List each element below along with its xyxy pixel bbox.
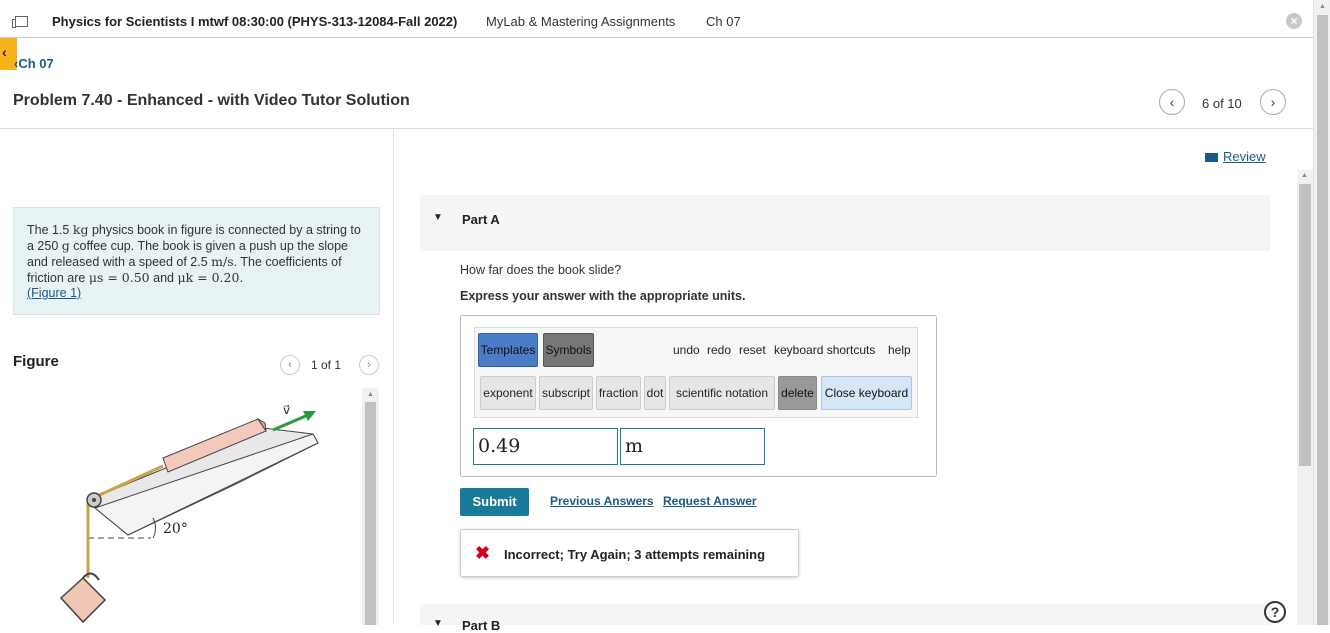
coffee-cup xyxy=(59,576,107,624)
content-scrollbar[interactable]: ▲ xyxy=(1297,170,1313,625)
caret-down-icon[interactable]: ▼ xyxy=(433,212,443,223)
problem-statement: The 1.5 kg physics book in figure is con… xyxy=(13,207,380,315)
physics-figure: 20° v⃗ xyxy=(59,403,319,624)
back-link-label: Ch 07 xyxy=(18,56,54,71)
velocity-arrow xyxy=(272,413,309,432)
undo-button[interactable]: undo xyxy=(673,343,700,357)
unit-kg: kg xyxy=(72,222,89,237)
reset-button[interactable]: reset xyxy=(739,343,766,357)
keyboard-shortcuts-button[interactable]: keyboard shortcuts xyxy=(774,343,875,357)
answer-value-field[interactable]: 0.49 xyxy=(473,428,618,465)
book-icon xyxy=(1205,153,1218,162)
statement-text: and xyxy=(153,271,174,285)
chevron-left-icon: ‹ xyxy=(2,44,7,60)
mu-k: μk = 0.20. xyxy=(177,270,244,285)
review-link[interactable]: Review xyxy=(1205,149,1266,164)
next-problem-button[interactable]: › xyxy=(1260,89,1286,115)
previous-problem-button[interactable]: ‹ xyxy=(1159,89,1185,115)
part-b-label[interactable]: Part B xyxy=(462,618,500,633)
feedback-box: ✖ Incorrect; Try Again; 3 attempts remai… xyxy=(460,529,799,577)
submit-button[interactable]: Submit xyxy=(460,488,529,516)
answer-unit-field[interactable]: m xyxy=(620,428,765,465)
close-icon[interactable]: × xyxy=(1286,13,1302,29)
angle-label: 20° xyxy=(163,521,188,537)
unit-ms: m/s xyxy=(211,254,234,269)
figure-prev-button[interactable]: ‹ xyxy=(280,355,300,375)
feedback-message: Incorrect; Try Again; 3 attempts remaini… xyxy=(504,547,766,562)
exponent-button[interactable]: exponent xyxy=(480,376,536,410)
figure-heading: Figure xyxy=(13,353,59,370)
panel-divider xyxy=(393,129,394,625)
symbols-button[interactable]: Symbols xyxy=(543,333,594,367)
redo-button[interactable]: redo xyxy=(707,343,731,357)
error-x-icon: ✖ xyxy=(475,543,491,563)
course-title[interactable]: Physics for Scientists I mtwf 08:30:00 (… xyxy=(52,14,457,29)
templates-button[interactable]: Templates xyxy=(478,333,538,367)
instruction-text: Express your answer with the appropriate… xyxy=(460,289,746,303)
scientific-notation-button[interactable]: scientific notation xyxy=(669,376,775,410)
part-b-header[interactable] xyxy=(420,604,1270,625)
statement-text: The 1.5 xyxy=(27,223,70,237)
figure-link[interactable]: (Figure 1) xyxy=(27,286,81,300)
caret-down-icon[interactable]: ▼ xyxy=(433,618,443,629)
fraction-button[interactable]: fraction xyxy=(596,376,641,410)
previous-answers-link[interactable]: Previous Answers xyxy=(550,494,654,508)
delete-button[interactable]: delete xyxy=(778,376,817,410)
help-button[interactable]: help xyxy=(888,343,911,357)
page-scrollbar[interactable]: ▲ xyxy=(1313,0,1330,625)
breadcrumb-chapter[interactable]: Ch 07 xyxy=(706,14,741,29)
cup-handle xyxy=(82,572,100,581)
figure-next-button[interactable]: › xyxy=(359,355,379,375)
velocity-label: v⃗ xyxy=(283,403,290,417)
pulley-axle xyxy=(92,498,96,502)
unit-g: g xyxy=(61,238,70,253)
back-link[interactable]: ‹Ch 07 xyxy=(14,56,54,71)
part-a-header[interactable] xyxy=(420,195,1270,251)
dot-button[interactable]: dot xyxy=(644,376,666,410)
close-keyboard-button[interactable]: Close keyboard xyxy=(821,376,912,410)
mu-s: μs = 0.50 xyxy=(88,270,150,285)
review-label: Review xyxy=(1223,149,1266,164)
figure-pager-text: 1 of 1 xyxy=(311,358,342,372)
question-text: How far does the book slide? xyxy=(460,263,622,277)
page-title: Problem 7.40 - Enhanced - with Video Tut… xyxy=(13,92,410,109)
part-a-label[interactable]: Part A xyxy=(462,212,500,227)
request-answer-link[interactable]: Request Answer xyxy=(663,494,757,508)
figure-scrollbar[interactable]: ▲ xyxy=(362,388,379,625)
top-bar: Physics for Scientists I mtwf 08:30:00 (… xyxy=(0,0,1313,38)
layout-icon[interactable] xyxy=(12,16,28,28)
breadcrumb-assignments[interactable]: MyLab & Mastering Assignments xyxy=(486,14,675,29)
divider xyxy=(0,128,1313,129)
help-icon[interactable]: ? xyxy=(1264,601,1286,623)
problem-pager-text: 6 of 10 xyxy=(1202,96,1242,111)
subscript-button[interactable]: subscript xyxy=(539,376,593,410)
